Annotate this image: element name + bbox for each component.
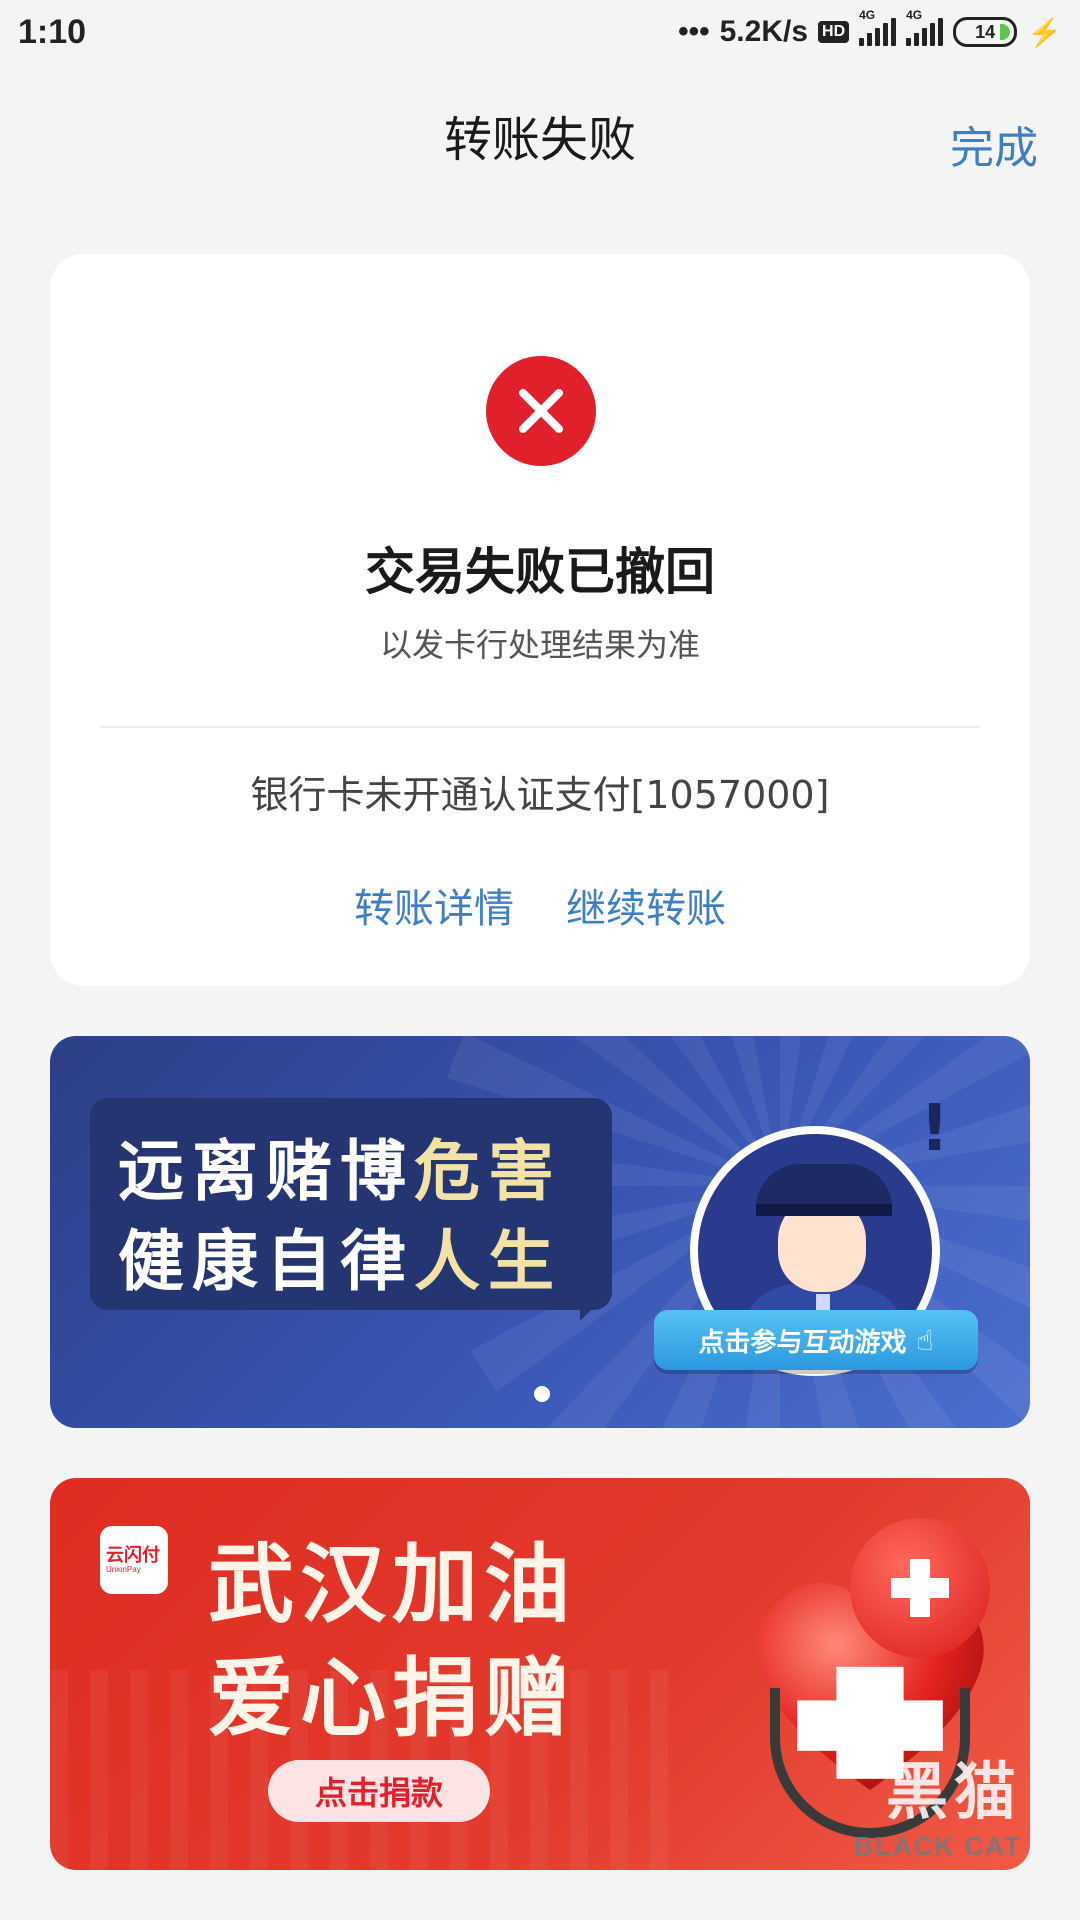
watermark-main: 黑猫 [885,1755,1022,1828]
police-hat-band [756,1204,892,1216]
logo-text: 云闪付 [106,1544,160,1566]
done-button[interactable]: 完成 [950,112,1038,176]
donate-button[interactable]: 点击捐款 [268,1760,490,1822]
exclamation-icon: ! [920,1092,950,1166]
carousel-dot[interactable] [534,1386,550,1402]
signal-icon: 4G [906,8,944,46]
wuhan-donation-banner[interactable]: 云闪付 UnionPay 武汉加油 爱心捐赠 点击捐款 黑猫 BLACK CAT [50,1478,1030,1870]
error-x-icon [486,356,596,466]
speech-bubble-tail [580,1291,610,1321]
signal-icon: 4G [859,8,897,46]
wuhan-headline-1: 武汉加油 [208,1535,576,1635]
headline-1-white: 远离赌博 [118,1133,414,1210]
result-actions: 转账详情 继续转账 [50,876,1030,934]
wuhan-headline-2: 爱心捐赠 [208,1649,576,1749]
result-subtitle: 以发卡行处理结果为准 [379,626,700,664]
hand-pointer-icon: ☝ [916,1323,934,1357]
game-button-label: 点击参与互动游戏 [698,1327,907,1358]
anti-gambling-banner[interactable]: 远离赌博危害 健康自律人生 ! 点击参与互动游戏 ☝ [50,1036,1030,1428]
status-icons: ••• 5.2K/s HD 4G 4G 14 ⚡ [678,8,1062,49]
signal-label: 4G [906,8,923,22]
hd-icon: HD [818,21,850,43]
network-speed: 5.2K/s [719,15,809,48]
dots-icon: ••• [678,15,710,48]
status-time: 1:10 [18,12,87,51]
headline-1-gold: 危害 [414,1133,562,1210]
logo-sub: UnionPay [106,1565,141,1575]
blackcat-watermark: 黑猫 BLACK CAT [732,1732,1022,1862]
banner-headline-1: 远离赌博危害 [118,1118,562,1214]
transfer-details-link[interactable]: 转账详情 [354,876,514,934]
headline-2-white: 健康自律 [118,1223,414,1300]
result-card: 交易失败已撤回 以发卡行处理结果为准 银行卡未开通认证支付[1057000] 转… [50,254,1030,986]
medical-cross-icon [850,1518,990,1658]
battery-icon: 14 [953,17,1018,47]
continue-transfer-link[interactable]: 继续转账 [566,876,726,934]
status-bar: 1:10 ••• 5.2K/s HD 4G 4G 14 ⚡ [0,0,1080,64]
divider [100,726,980,728]
unionpay-logo: 云闪付 UnionPay [100,1526,168,1594]
battery-level: 14 [975,21,996,42]
banner-headline-2: 健康自律人生 [118,1208,562,1304]
watermark-sub: BLACK CAT [854,1831,1022,1861]
result-title: 交易失败已撤回 [365,543,715,601]
interactive-game-button[interactable]: 点击参与互动游戏 ☝ [654,1310,978,1370]
page-title: 转账失败 [443,112,636,168]
header: 转账失败 完成 [0,90,1080,180]
error-message: 银行卡未开通认证支付[1057000] [250,773,830,817]
charging-icon: ⚡ [1027,16,1062,48]
signal-label: 4G [859,8,876,22]
headline-2-gold: 人生 [414,1223,562,1300]
